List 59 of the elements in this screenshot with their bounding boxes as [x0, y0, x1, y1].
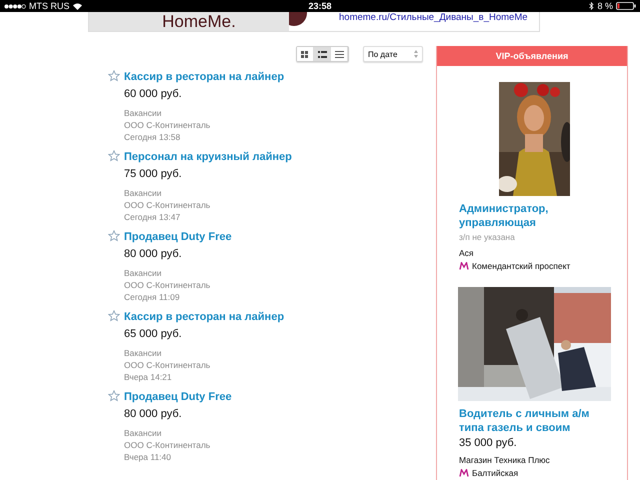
clock: 23:58 — [308, 1, 332, 11]
metro-station: Балтийская — [472, 468, 518, 478]
vip-salary: 35 000 руб. — [459, 437, 518, 449]
signal-icon — [4, 4, 26, 8]
vip-header: VIP-объявления — [437, 46, 627, 66]
metro-icon — [459, 469, 469, 477]
listing-category: Вакансии — [124, 427, 162, 439]
listing-category: Вакансии — [124, 347, 162, 359]
listing-title[interactable]: Продавец Duty Free — [124, 230, 232, 244]
view-button[interactable] — [331, 47, 348, 61]
listing-company: ООО С-Континенталь — [124, 279, 212, 291]
grid-view-icon — [300, 50, 308, 58]
vip-title[interactable]: Администратор, управляющая — [459, 202, 609, 230]
star-icon[interactable] — [108, 70, 120, 82]
listing-date: Вчера 14:21 — [124, 371, 173, 383]
listing-title[interactable]: Кассир в ресторан на лайнер — [124, 70, 284, 84]
ad-banner[interactable]: HomeMe. homeme.ru/Стильные_Диваны_в_HomeMe — [88, 12, 540, 32]
star-icon[interactable] — [108, 230, 120, 242]
battery-percent: 8 % — [597, 1, 613, 11]
listing-price: 80 000 руб. — [124, 247, 183, 261]
list-view-icon — [318, 50, 326, 58]
listing-category: Вакансии — [124, 187, 162, 199]
metro-icon — [459, 262, 469, 270]
star-icon[interactable] — [108, 390, 120, 402]
bluetooth-icon — [589, 2, 594, 10]
listing-category: Вакансии — [124, 107, 162, 119]
listing-company: ООО С-Континенталь — [124, 439, 212, 451]
metro-station: Комендантский проспект — [472, 261, 570, 271]
battery-icon — [616, 2, 636, 10]
listing-date: Сегодня 13:47 — [124, 211, 182, 223]
star-icon[interactable] — [108, 150, 120, 162]
view-button[interactable] — [314, 47, 331, 61]
banner-logo: HomeMe. — [161, 12, 236, 31]
lines-view-icon — [334, 50, 344, 58]
vip-salary: з/п не указана — [459, 232, 516, 242]
listing-company: ООО С-Континенталь — [124, 119, 212, 131]
listing-price: 65 000 руб. — [124, 327, 183, 341]
star-icon[interactable] — [108, 310, 120, 322]
wifi-icon — [72, 2, 82, 10]
view-button[interactable] — [297, 47, 314, 61]
listing-title[interactable]: Кассир в ресторан на лайнер — [124, 310, 284, 324]
listing-title[interactable]: Продавец Duty Free — [124, 390, 232, 404]
vip-contact: Ася — [459, 248, 475, 258]
vip-contact: Магазин Техника Плюс — [459, 455, 551, 465]
banner-link[interactable]: homeme.ru/Стильные_Диваны_в_HomeMe — [339, 12, 528, 23]
listing-date: Сегодня 13:58 — [124, 131, 182, 143]
vip-title[interactable]: Водитель с личным а/м типа газель и своим — [459, 407, 609, 435]
carrier-name: MTS RUS — [29, 1, 70, 11]
sort-dropdown[interactable]: По дате — [363, 46, 423, 62]
listing-company: ООО С-Континенталь — [124, 359, 212, 371]
listing-date: Сегодня 11:09 — [124, 291, 181, 303]
stepper-icon — [414, 50, 418, 58]
listing-category: Вакансии — [124, 267, 162, 279]
listing-price: 75 000 руб. — [124, 167, 183, 181]
listing-title[interactable]: Персонал на круизный лайнер — [124, 150, 292, 164]
listing-price: 80 000 руб. — [124, 407, 183, 421]
listing-company: ООО С-Континенталь — [124, 199, 212, 211]
listing-price: 60 000 руб. — [124, 87, 183, 101]
listing-date: Вчера 11:40 — [124, 451, 172, 463]
